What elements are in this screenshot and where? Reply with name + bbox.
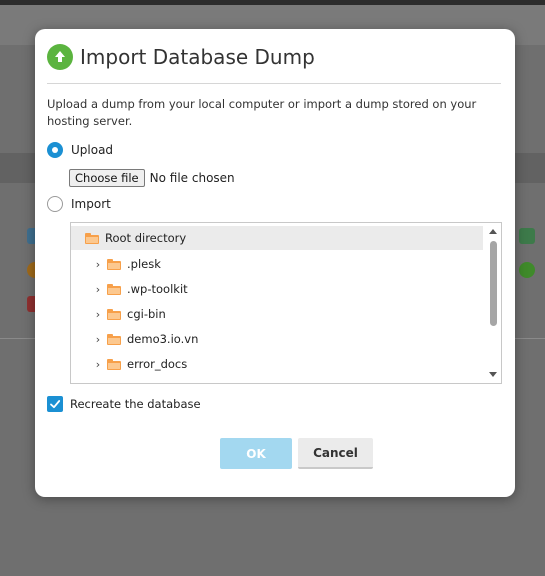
folder-icon bbox=[107, 308, 121, 320]
chevron-right-icon[interactable]: › bbox=[93, 308, 103, 321]
upload-label: Upload bbox=[71, 143, 114, 157]
tree-folder-row[interactable]: › .plesk bbox=[93, 252, 161, 276]
cancel-button[interactable]: Cancel bbox=[298, 438, 373, 469]
upload-icon bbox=[47, 44, 73, 70]
tree-folder-row[interactable]: › error_docs bbox=[93, 352, 187, 376]
tree-folder-label: error_docs bbox=[127, 357, 188, 371]
recreate-database-label: Recreate the database bbox=[70, 397, 201, 411]
file-input: Choose file No file chosen bbox=[69, 169, 235, 187]
chevron-right-icon[interactable]: › bbox=[93, 258, 103, 271]
tree-folder-label: cgi-bin bbox=[127, 307, 166, 321]
folder-icon bbox=[107, 258, 121, 270]
tree-folder-label: .plesk bbox=[127, 257, 161, 271]
import-database-dump-dialog: Import Database Dump Upload a dump from … bbox=[35, 29, 515, 497]
dialog-title: Import Database Dump bbox=[80, 45, 315, 69]
import-radio[interactable] bbox=[47, 196, 63, 212]
tree-folder-row[interactable]: › .wp-toolkit bbox=[93, 277, 188, 301]
folder-icon bbox=[85, 232, 99, 244]
folder-icon bbox=[107, 358, 121, 370]
tree-folder-row[interactable]: › demo3.io.vn bbox=[93, 327, 199, 351]
checkmark-icon bbox=[50, 400, 61, 409]
tree-folder-label: demo3.io.vn bbox=[127, 332, 199, 346]
title-divider bbox=[47, 83, 501, 84]
folder-icon bbox=[107, 333, 121, 345]
tree-folder-label: .wp-toolkit bbox=[127, 282, 188, 296]
tree-scrollbar[interactable] bbox=[486, 223, 501, 383]
chevron-right-icon[interactable]: › bbox=[93, 283, 103, 296]
scroll-up-arrow[interactable] bbox=[489, 229, 497, 234]
dialog-header: Import Database Dump bbox=[47, 43, 315, 71]
upload-option[interactable]: Upload bbox=[47, 142, 113, 158]
tree-folder-row[interactable]: › cgi-bin bbox=[93, 302, 166, 326]
directory-tree[interactable]: Root directory › .plesk › .wp-toolkit › … bbox=[70, 222, 502, 384]
recreate-database-option[interactable]: Recreate the database bbox=[47, 396, 201, 412]
dialog-description: Upload a dump from your local computer o… bbox=[47, 97, 477, 128]
scroll-down-arrow[interactable] bbox=[489, 372, 497, 377]
chevron-right-icon[interactable]: › bbox=[93, 358, 103, 371]
chevron-right-icon[interactable]: › bbox=[93, 333, 103, 346]
recreate-database-checkbox[interactable] bbox=[47, 396, 63, 412]
file-status: No file chosen bbox=[149, 171, 235, 185]
tree-root-row[interactable]: Root directory bbox=[71, 226, 483, 250]
ok-button[interactable]: OK bbox=[220, 438, 292, 469]
folder-icon bbox=[107, 283, 121, 295]
scroll-thumb[interactable] bbox=[490, 241, 497, 326]
background-icon bbox=[519, 262, 535, 278]
import-label: Import bbox=[71, 197, 111, 211]
upload-radio[interactable] bbox=[47, 142, 63, 158]
background-icon bbox=[519, 228, 535, 244]
import-option[interactable]: Import bbox=[47, 196, 111, 212]
choose-file-button[interactable]: Choose file bbox=[69, 169, 145, 187]
tree-root-label: Root directory bbox=[105, 231, 187, 245]
